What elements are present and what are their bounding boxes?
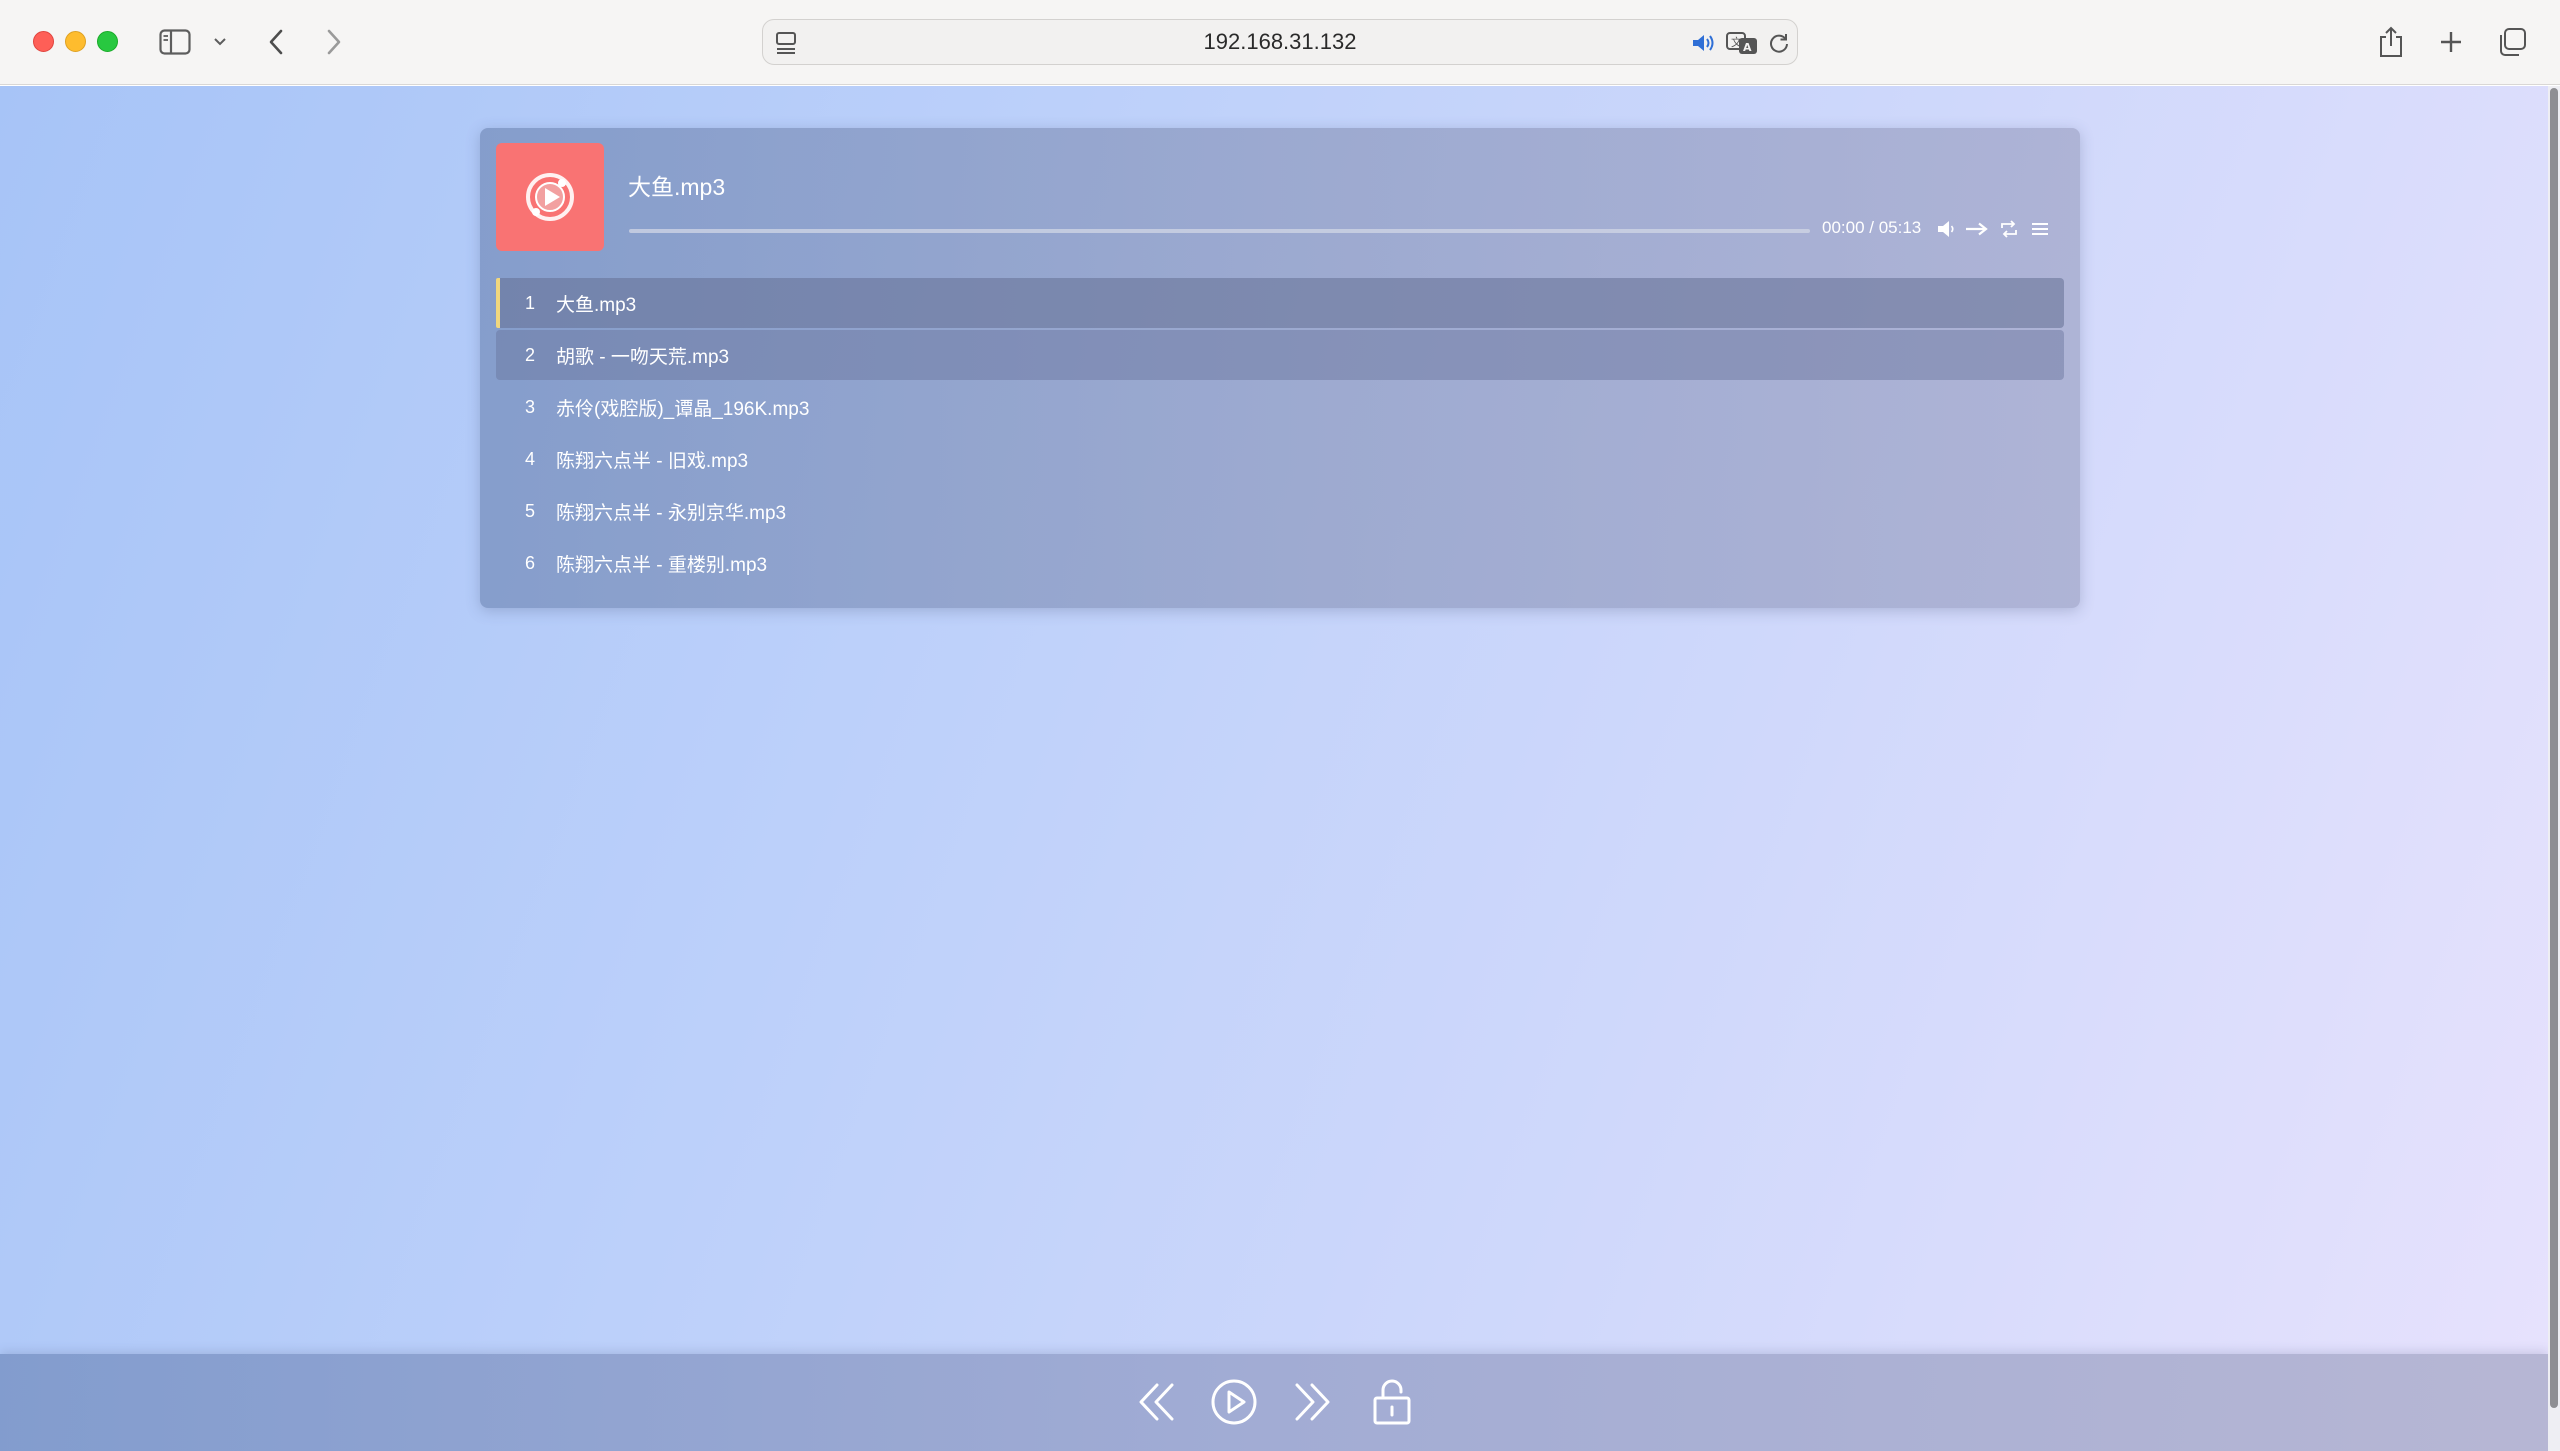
album-cover[interactable]: [496, 143, 604, 251]
scrollbar-thumb[interactable]: [2550, 88, 2558, 1408]
playlist-item-index: 5: [524, 500, 535, 521]
playlist-item-index: 3: [524, 396, 535, 417]
tab-overview-icon[interactable]: [2496, 26, 2528, 58]
playlist-item[interactable]: 2 胡歌 - 一吻天荒.mp3: [496, 330, 2064, 380]
playlist-item[interactable]: 6 陈翔六点半 - 重楼别.mp3: [496, 538, 2064, 588]
svg-text:A: A: [1743, 41, 1752, 54]
playlist-item-name: 陈翔六点半 - 重楼别.mp3: [556, 554, 768, 576]
minimize-window-button[interactable]: [65, 31, 86, 52]
playlist-item-name: 大鱼.mp3: [556, 294, 637, 316]
bottom-control-bar: [0, 1354, 2548, 1451]
playlist-item[interactable]: 3 赤伶(戏腔版)_谭晶_196K.mp3: [496, 382, 2064, 432]
speaker-icon[interactable]: [1934, 216, 1960, 242]
playlist-item-index: 4: [524, 448, 535, 469]
browser-toolbar: 192.168.31.132 文A: [0, 0, 2560, 85]
current-track-title: 大鱼.mp3: [628, 174, 726, 200]
music-disc-icon: [526, 173, 574, 221]
play-circle-icon[interactable]: [1208, 1376, 1260, 1428]
reload-icon[interactable]: [1767, 31, 1791, 55]
forward-chevron-icon[interactable]: [320, 26, 348, 58]
translate-icon[interactable]: 文A: [1726, 30, 1758, 56]
playlist-item-name: 陈翔六点半 - 永别京华.mp3: [556, 502, 787, 524]
playlist-item-name: 赤伶(戏腔版)_谭晶_196K.mp3: [556, 398, 810, 420]
arrow-right-icon[interactable]: [1964, 216, 1990, 242]
double-chevron-left-icon[interactable]: [1131, 1376, 1183, 1428]
playlist: 1 大鱼.mp3 2 胡歌 - 一吻天荒.mp3 3 赤伶(戏腔版)_谭晶_196K.mp…: [496, 278, 2064, 590]
chevron-down-icon[interactable]: [210, 32, 230, 52]
page-background: 大鱼.mp3 00:00 / 05:13 1 大鱼.mp3 2 胡歌 - 一吻天荒.m…: [0, 86, 2548, 1451]
progress-bar[interactable]: [629, 229, 1810, 233]
repeat-icon[interactable]: [1996, 216, 2022, 242]
zoom-window-button[interactable]: [97, 31, 118, 52]
unlock-icon[interactable]: [1366, 1376, 1418, 1428]
back-chevron-icon[interactable]: [262, 26, 290, 58]
music-player-panel: 大鱼.mp3 00:00 / 05:13 1 大鱼.mp3 2 胡歌 - 一吻天荒.m…: [480, 128, 2080, 608]
url-text[interactable]: 192.168.31.132: [763, 20, 1797, 64]
list-menu-icon[interactable]: [2027, 216, 2053, 242]
close-window-button[interactable]: [33, 31, 54, 52]
sidebar-toggle-icon[interactable]: [157, 26, 193, 58]
playlist-item-index: 6: [524, 552, 535, 573]
double-chevron-right-icon[interactable]: [1286, 1376, 1338, 1428]
playlist-item-index: 1: [524, 292, 535, 313]
playlist-item[interactable]: 4 陈翔六点半 - 旧戏.mp3: [496, 434, 2064, 484]
playlist-item-name: 胡歌 - 一吻天荒.mp3: [556, 346, 730, 368]
playlist-item-name: 陈翔六点半 - 旧戏.mp3: [556, 450, 749, 472]
playlist-item-index: 2: [524, 344, 535, 365]
playlist-item[interactable]: 1 大鱼.mp3: [496, 278, 2064, 328]
playlist-item[interactable]: 5 陈翔六点半 - 永别京华.mp3: [496, 486, 2064, 536]
address-bar[interactable]: 192.168.31.132 文A: [762, 19, 1798, 65]
share-icon[interactable]: [2376, 24, 2406, 60]
time-display: 00:00 / 05:13: [1822, 218, 1922, 237]
speaker-playing-icon[interactable]: [1691, 31, 1717, 55]
new-tab-plus-icon[interactable]: [2437, 28, 2465, 56]
